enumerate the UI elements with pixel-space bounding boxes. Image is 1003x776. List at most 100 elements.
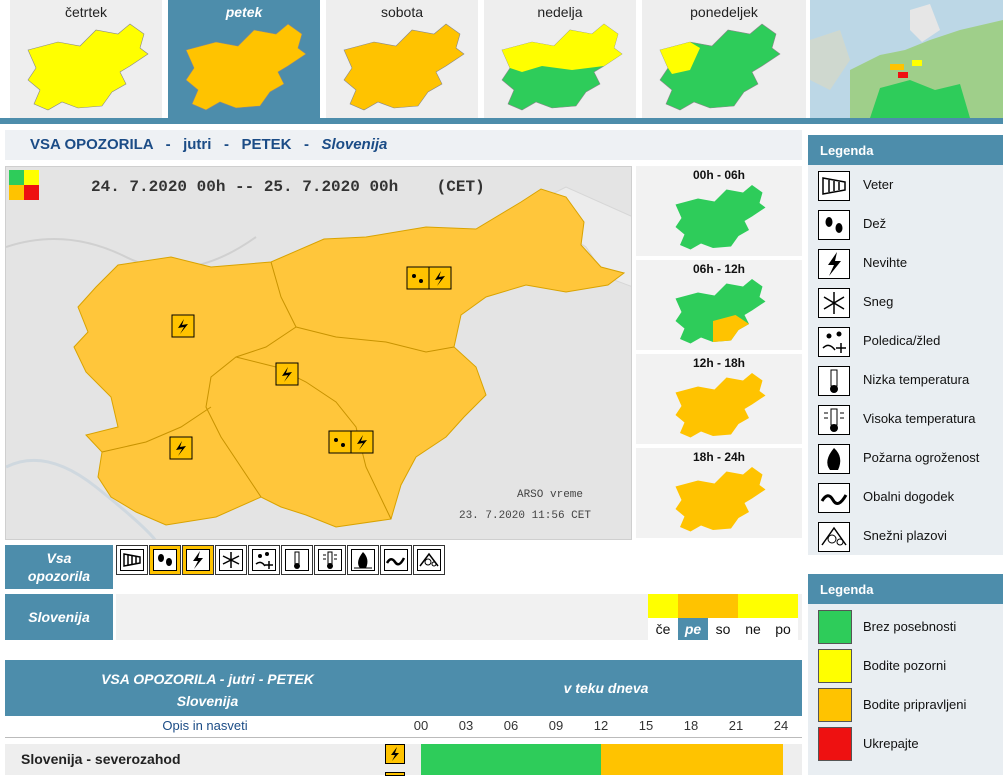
interval-maps: 00h - 06h 06h - 12h 12h - 18h 18h - 24h: [636, 166, 802, 540]
hour-label: 21: [728, 718, 744, 733]
slovenia-map-thumbnail: [659, 23, 781, 111]
wind-icon: [822, 177, 846, 195]
coastal-icon: [385, 557, 406, 566]
hour-label: 09: [548, 718, 564, 733]
day-tab-label: četrtek: [64, 4, 107, 20]
warnings-table-header: VSA OPOZORILA - jutri - PETEK Slovenija v…: [5, 660, 802, 716]
low-temperature-icon: [830, 369, 838, 393]
filter-thunderstorm-button[interactable]: [182, 545, 214, 575]
avalanche-icon: [419, 552, 439, 567]
legend-title: Legenda: [808, 135, 1003, 165]
region-name: Slovenija - severozahod: [21, 751, 181, 767]
fire-icon: [827, 448, 841, 470]
thunderstorm-icon: [275, 362, 299, 386]
slovenia-map-thumbnail: [343, 23, 465, 111]
day-tab-monday[interactable]: ponedeljek: [642, 0, 806, 118]
thunderstorm-icon: [193, 551, 203, 569]
interval-map-0612[interactable]: 06h - 12h: [636, 260, 802, 352]
thunderstorm-icon: [428, 266, 452, 290]
all-warnings-label: Vsa opozorila: [5, 545, 113, 589]
color-swatch: [818, 649, 852, 683]
table-title: VSA OPOZORILA - jutri - PETEK: [101, 671, 314, 687]
europe-map-thumbnail[interactable]: [810, 0, 1003, 118]
day-tab-saturday[interactable]: sobota: [326, 0, 478, 118]
color-swatch: [818, 727, 852, 761]
day-scale-friday[interactable]: pe: [678, 594, 708, 640]
low-temperature-icon: [294, 551, 300, 569]
timeline-green: [421, 744, 601, 770]
rain-icon: [825, 217, 843, 233]
slovenija-day-bar: če pe so ne po: [116, 594, 802, 640]
snow-icon: [823, 292, 845, 314]
day-scale-sunday[interactable]: ne: [738, 594, 768, 640]
fire-icon: [354, 552, 372, 569]
high-temperature-icon: [323, 551, 337, 569]
warning-map[interactable]: 24. 7.2020 00h -- 25. 7.2020 00h (CET) A…: [5, 166, 632, 540]
day-tab-label: nedelja: [537, 4, 583, 20]
slovenia-map-thumbnail: [501, 23, 623, 111]
filter-wind-button[interactable]: [116, 545, 148, 575]
coastal-icon: [820, 494, 848, 505]
filter-snow-button[interactable]: [215, 545, 247, 575]
day-tab-thursday[interactable]: četrtek: [10, 0, 162, 118]
thunderstorm-icon: [385, 744, 405, 764]
table-row[interactable]: Slovenija - severozahod: [5, 744, 802, 776]
hour-label: 06: [503, 718, 519, 733]
date-range: 24. 7.2020 00h -- 25. 7.2020 00h (CET): [91, 178, 485, 196]
hour-label: 15: [638, 718, 654, 733]
color-legend: Brez posebnosti Bodite pozorni Bodite pr…: [808, 604, 1003, 775]
avalanche-icon: [821, 526, 847, 546]
interval-map-1824[interactable]: 18h - 24h: [636, 448, 802, 540]
timeline-orange: [601, 744, 783, 770]
ice-icon: [822, 331, 846, 353]
hour-label: 00: [413, 718, 429, 733]
day-tab-friday[interactable]: petek: [168, 0, 320, 118]
rain-icon: [158, 554, 172, 566]
day-tab-label: sobota: [380, 4, 424, 20]
filter-fire-button[interactable]: [347, 545, 379, 575]
top-divider: [0, 118, 1003, 124]
rain-icon: [406, 266, 430, 290]
color-swatch: [818, 610, 852, 644]
issued-timestamp: 23. 7.2020 11:56 CET: [458, 510, 591, 522]
hour-label: 03: [458, 718, 474, 733]
legend-title: Legenda: [808, 574, 1003, 604]
thunderstorm-icon: [171, 314, 195, 338]
day-tab-sunday[interactable]: nedelja: [484, 0, 636, 118]
filter-avalanche-button[interactable]: [413, 545, 445, 575]
table-subtitle: Slovenija: [176, 693, 239, 709]
description-header: Opis in nasveti: [162, 718, 248, 733]
risk-legend-square: [9, 170, 39, 200]
day-tab-label: petek: [225, 4, 263, 20]
day-scale-saturday[interactable]: so: [708, 594, 738, 640]
icon-legend: Veter Dež Nevihte Sneg Poledica/žled Niz…: [808, 165, 1003, 555]
rain-icon: [328, 430, 352, 454]
interval-map-0006[interactable]: 00h - 06h: [636, 166, 802, 258]
interval-map-1218[interactable]: 12h - 18h: [636, 354, 802, 446]
slovenia-map-thumbnail: [185, 23, 307, 111]
thunderstorm-icon: [828, 252, 841, 276]
hour-label: 12: [593, 718, 609, 733]
during-day-label: v teku dneva: [563, 680, 649, 696]
wind-icon: [123, 553, 141, 567]
thunderstorm-icon: [169, 436, 193, 460]
filter-ice-button[interactable]: [248, 545, 280, 575]
day-scale-thursday[interactable]: če: [648, 594, 678, 640]
ice-icon: [255, 552, 273, 569]
filter-coastal-button[interactable]: [380, 545, 412, 575]
hour-label: 18: [683, 718, 699, 733]
day-tab-label: ponedeljek: [690, 4, 758, 20]
table-subheader: Opis in nasveti 00 03 06 09 12 15 18 21 …: [5, 716, 802, 738]
map-source: ARSO vreme: [516, 489, 583, 501]
color-swatch: [818, 688, 852, 722]
filter-rain-button[interactable]: [149, 545, 181, 575]
filter-high-temperature-button[interactable]: [314, 545, 346, 575]
thunderstorm-icon: [350, 430, 374, 454]
high-temperature-icon: [824, 408, 844, 432]
day-scale-monday[interactable]: po: [768, 594, 798, 640]
hour-label: 24: [773, 718, 789, 733]
filter-low-temperature-button[interactable]: [281, 545, 313, 575]
slovenija-row-label: Slovenija: [5, 594, 113, 640]
snow-icon: [222, 552, 240, 568]
page-title: VSA OPOZORILA - jutri - PETEK - Slovenij…: [5, 130, 802, 160]
